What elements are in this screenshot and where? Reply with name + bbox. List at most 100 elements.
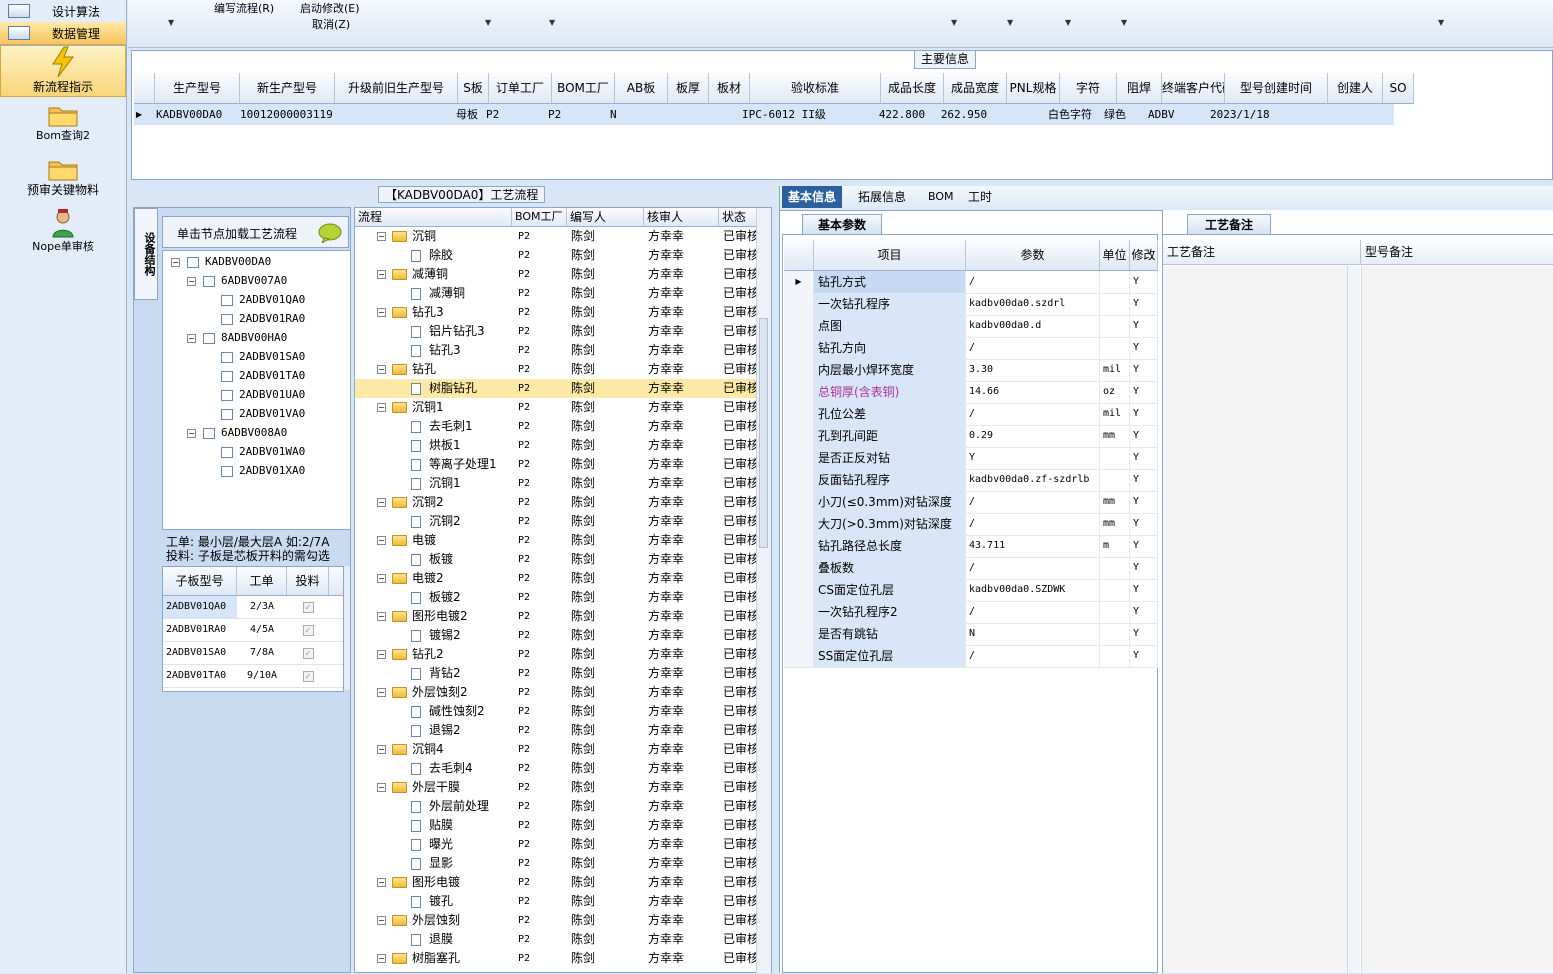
dropdown-caret-icon[interactable]: ▼	[1438, 18, 1444, 27]
tree-expander-icon[interactable]: −	[377, 954, 386, 963]
tree-expander-icon[interactable]: −	[377, 916, 386, 925]
process-row[interactable]: 钻孔3 P2 陈剑 方幸幸 已审核	[355, 341, 759, 360]
dropdown-caret-icon[interactable]: ▼	[1065, 18, 1071, 27]
process-column-header[interactable]: 编写人	[567, 208, 644, 226]
column-header[interactable]: 板厚	[668, 73, 709, 103]
dropdown-caret-icon[interactable]: ▼	[951, 18, 957, 27]
param-value[interactable]: kadbv00da0.zf-szdrlb	[966, 469, 1100, 491]
tree-node[interactable]: 6ADBV008A0	[203, 424, 287, 442]
process-row[interactable]: − 电镀 P2 陈剑 方幸幸 已审核	[355, 531, 759, 550]
params-row[interactable]: 钻孔路径总长度 43.711 m Y	[784, 535, 1158, 558]
process-column-header[interactable]: BOM工厂	[512, 208, 567, 226]
sub-table-row[interactable]: 2ADBV01SA0 7/8A ✓	[163, 642, 343, 665]
process-row[interactable]: 外层前处理 P2 陈剑 方幸幸 已审核	[355, 797, 759, 816]
process-row[interactable]: 除胶 P2 陈剑 方幸幸 已审核	[355, 246, 759, 265]
material-checkbox[interactable]: ✓	[287, 619, 329, 641]
nav-design-algorithm[interactable]: 设计算法	[0, 0, 126, 23]
sub-column-header[interactable]: 工单	[237, 567, 287, 595]
process-row[interactable]: 贴膜 P2 陈剑 方幸幸 已审核	[355, 816, 759, 835]
column-header[interactable]: 升级前旧生产型号	[335, 73, 458, 103]
grid-cell[interactable]: 262.950	[932, 104, 994, 125]
tab-work-hours[interactable]: 工时	[962, 186, 998, 208]
param-value[interactable]: /	[966, 645, 1100, 667]
process-row[interactable]: − 沉铜4 P2 陈剑 方幸幸 已审核	[355, 740, 759, 759]
sub-table-row[interactable]: 2ADBV01TA0 9/10A ✓	[163, 665, 343, 688]
dropdown-caret-icon[interactable]: ▼	[549, 18, 555, 27]
tree-expander-icon[interactable]: −	[377, 574, 386, 583]
tab-bom[interactable]: BOM	[922, 186, 960, 208]
process-column-header[interactable]: 状态	[719, 208, 759, 226]
process-row[interactable]: − 沉铜2 P2 陈剑 方幸幸 已审核	[355, 493, 759, 512]
process-row[interactable]: 烘板1 P2 陈剑 方幸幸 已审核	[355, 436, 759, 455]
grid-cell[interactable]	[700, 104, 740, 125]
grid-cell[interactable]	[660, 104, 700, 125]
process-row[interactable]: 曝光 P2 陈剑 方幸幸 已审核	[355, 835, 759, 854]
tree-node[interactable]: 2ADBV01XA0	[221, 462, 305, 480]
column-header[interactable]: 阻焊	[1117, 73, 1162, 103]
process-row[interactable]: 显影 P2 陈剑 方幸幸 已审核	[355, 854, 759, 873]
process-row[interactable]: 退锡2 P2 陈剑 方幸幸 已审核	[355, 721, 759, 740]
process-row[interactable]: − 减薄铜 P2 陈剑 方幸幸 已审核	[355, 265, 759, 284]
grid-cell[interactable]: KADBV00DA0	[154, 104, 238, 125]
grid-cell[interactable]: 白色字符	[1046, 104, 1102, 125]
tree-expander-icon[interactable]: −	[187, 277, 196, 286]
tree-expander-icon[interactable]: −	[377, 270, 386, 279]
sub-order-cell[interactable]: 2/3A	[237, 596, 287, 618]
column-header[interactable]: 成品宽度	[944, 73, 1007, 103]
tree-node[interactable]: 2ADBV01SA0	[221, 348, 305, 366]
column-header[interactable]: BOM工厂	[552, 73, 615, 103]
tree-expander-icon[interactable]: −	[377, 308, 386, 317]
process-row[interactable]: 退膜 P2 陈剑 方幸幸 已审核	[355, 930, 759, 949]
dropdown-caret-icon[interactable]: ▼	[168, 18, 174, 27]
column-header[interactable]: 字符	[1060, 73, 1117, 103]
process-row[interactable]: − 外层干膜 P2 陈剑 方幸幸 已审核	[355, 778, 759, 797]
column-header[interactable]: 新生产型号	[240, 73, 335, 103]
edit-flow-button[interactable]: 编写流程(R)	[214, 0, 274, 16]
tab-basic-info[interactable]: 基本信息	[782, 186, 843, 208]
process-column-header[interactable]: 核审人	[644, 208, 719, 226]
tree-node[interactable]: 2ADBV01RA0	[221, 310, 305, 328]
params-row[interactable]: ▶ 钻孔方式 / Y	[784, 271, 1158, 294]
process-row[interactable]: − 沉铜 P2 陈剑 方幸幸 已审核	[355, 227, 759, 246]
params-column-header[interactable]: 修改	[1130, 240, 1158, 270]
tree-node[interactable]: 2ADBV01WA0	[221, 443, 305, 461]
params-row[interactable]: 内层最小焊环宽度 3.30 mil Y	[784, 359, 1158, 382]
column-header[interactable]: 成品长度	[881, 73, 944, 103]
grid-cell[interactable]: 2023/1/18	[1208, 104, 1310, 125]
nav-pre-review[interactable]: 预审关键物料	[0, 157, 126, 203]
column-header[interactable]: AB板	[615, 73, 668, 103]
model-remark-field[interactable]	[1361, 266, 1553, 973]
params-row[interactable]: 点图 kadbv00da0.d Y	[784, 315, 1158, 338]
params-row[interactable]: SS面定位孔层 / Y	[784, 645, 1158, 668]
tree-expander-icon[interactable]: −	[377, 403, 386, 412]
tree-expander-icon[interactable]: −	[377, 232, 386, 241]
structure-vertical-tab[interactable]: 设备结构	[134, 208, 158, 300]
tree-expander-icon[interactable]: −	[187, 429, 196, 438]
column-header[interactable]: S板	[458, 73, 489, 103]
process-row[interactable]: − 钻孔3 P2 陈剑 方幸幸 已审核	[355, 303, 759, 322]
column-header[interactable]: 生产型号	[155, 73, 240, 103]
column-header[interactable]: 验收标准	[750, 73, 881, 103]
sub-table-row[interactable]: 2ADBV01RA0 4/5A ✓	[163, 619, 343, 642]
tree-node[interactable]: 2ADBV01UA0	[221, 386, 305, 404]
material-checkbox[interactable]: ✓	[287, 665, 329, 687]
scroll-thumb[interactable]	[759, 318, 768, 548]
params-column-header[interactable]: 单位	[1100, 240, 1130, 270]
sub-table-scrollbar[interactable]	[344, 566, 350, 690]
param-value[interactable]: kadbv00da0.szdrl	[966, 293, 1100, 315]
param-value[interactable]: Y	[966, 447, 1100, 469]
grid-cell[interactable]: P2	[484, 104, 546, 125]
param-value[interactable]: /	[966, 271, 1100, 293]
process-row[interactable]: 铝片钻孔3 P2 陈剑 方幸幸 已审核	[355, 322, 759, 341]
params-column-header[interactable]: 参数	[966, 240, 1100, 270]
process-row[interactable]: 板镀2 P2 陈剑 方幸幸 已审核	[355, 588, 759, 607]
material-checkbox[interactable]: ✓	[287, 596, 329, 618]
process-row[interactable]: 沉铜1 P2 陈剑 方幸幸 已审核	[355, 474, 759, 493]
param-value[interactable]: N	[966, 623, 1100, 645]
nav-data-management[interactable]: 数据管理	[0, 22, 126, 45]
remark-scrollbar[interactable]	[1347, 266, 1360, 973]
tree-expander-icon[interactable]: −	[377, 498, 386, 507]
sub-column-header[interactable]: 投料	[287, 567, 329, 595]
column-header[interactable]: 创建人	[1328, 73, 1383, 103]
process-row[interactable]: 去毛刺4 P2 陈剑 方幸幸 已审核	[355, 759, 759, 778]
